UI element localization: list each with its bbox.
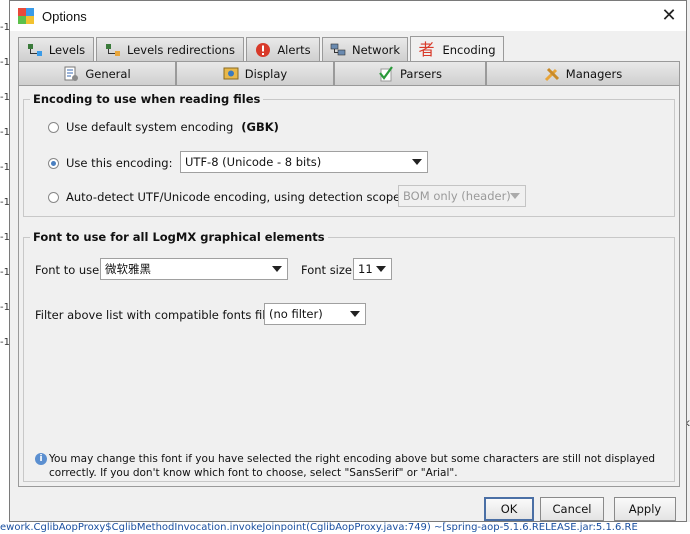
display-icon (223, 66, 239, 82)
tab-row-top: Levels Levels redirections Alerts Networ… (18, 36, 680, 62)
encoding-select[interactable]: UTF-8 (Unicode - 8 bits) (180, 151, 428, 173)
option-auto-label: Auto-detect UTF/Unicode encoding, using … (66, 190, 405, 204)
title-bar[interactable]: Options ✕ (10, 1, 686, 31)
tab-levels-redirections-label: Levels redirections (127, 42, 235, 57)
cancel-button[interactable]: Cancel (540, 497, 604, 521)
tab-display[interactable]: Display (176, 61, 334, 85)
option-default-encoding[interactable]: Use default system encoding (GBK) (48, 120, 279, 134)
encoding-group-title: Encoding to use when reading files (30, 92, 264, 106)
levels-icon (27, 42, 43, 58)
font-size-select[interactable]: 11 (353, 258, 392, 280)
option-auto-detect[interactable]: Auto-detect UTF/Unicode encoding, using … (48, 190, 404, 204)
tab-alerts[interactable]: Alerts (246, 37, 320, 61)
tab-parsers-label: Parsers (400, 66, 442, 81)
font-select[interactable]: 微软雅黑 (100, 258, 288, 280)
tab-managers-label: Managers (565, 66, 623, 81)
options-dialog: Options ✕ Levels Levels redirections Ale… (9, 0, 687, 522)
font-info-message: i You may change this font if you have s… (35, 452, 679, 480)
font-group: Font to use for all LogMX graphical elem… (23, 230, 675, 482)
radio-default-encoding[interactable] (48, 121, 59, 133)
chevron-down-icon (510, 193, 520, 199)
encoding-select-value: UTF-8 (Unicode - 8 bits) (185, 155, 322, 169)
tab-parsers[interactable]: Parsers (334, 61, 486, 85)
window-title: Options (42, 8, 87, 24)
info-icon: i (35, 453, 47, 465)
font-label: Font to use: (35, 263, 104, 277)
detection-scope-select[interactable]: BOM only (header) (398, 185, 526, 207)
chevron-down-icon (272, 266, 282, 272)
background-log-line: ework.CglibAopProxy$CglibMethodInvocatio… (0, 522, 690, 534)
font-filter-label: Filter above list with compatible fonts … (35, 308, 286, 322)
app-icon (18, 8, 34, 24)
encoding-group: Encoding to use when reading files Use d… (23, 92, 675, 217)
tab-network[interactable]: Network (322, 37, 408, 61)
tab-encoding[interactable]: 者 Encoding (410, 36, 504, 62)
font-filter-select[interactable]: (no filter) (264, 303, 366, 325)
tab-display-label: Display (244, 66, 288, 81)
font-filter-value: (no filter) (269, 307, 323, 321)
chevron-down-icon (412, 159, 422, 165)
option-this-label: Use this encoding: (66, 156, 173, 170)
font-size-value: 11 (358, 262, 373, 276)
general-settings-icon (63, 66, 79, 82)
network-icon (330, 42, 346, 58)
tab-encoding-label: Encoding (442, 42, 496, 57)
detection-scope-value: BOM only (header) (403, 189, 511, 203)
chevron-down-icon (376, 266, 386, 272)
font-select-value: 微软雅黑 (105, 262, 151, 276)
close-button[interactable]: ✕ (658, 5, 680, 27)
radio-this-encoding[interactable] (48, 157, 59, 169)
option-default-label: Use default system encoding (66, 120, 234, 134)
encoding-icon: 者 (418, 39, 435, 59)
option-this-encoding[interactable]: Use this encoding: (48, 156, 172, 170)
default-encoding-value: (GBK) (241, 120, 279, 134)
tab-levels-label: Levels (48, 42, 86, 57)
tab-network-label: Network (351, 42, 401, 57)
apply-button[interactable]: Apply (614, 497, 676, 521)
tools-icon (544, 66, 560, 82)
checkmark-icon (378, 65, 394, 82)
chevron-down-icon (350, 311, 360, 317)
tab-managers[interactable]: Managers (486, 61, 680, 85)
font-info-text: You may change this font if you have sel… (49, 453, 656, 479)
tab-general-label: General (85, 66, 131, 81)
ok-button[interactable]: OK (484, 497, 534, 521)
font-group-title: Font to use for all LogMX graphical elem… (30, 230, 328, 244)
encoding-panel: Encoding to use when reading files Use d… (18, 85, 680, 487)
tab-levels[interactable]: Levels (18, 37, 94, 61)
tab-alerts-label: Alerts (277, 42, 311, 57)
radio-auto-detect[interactable] (48, 191, 59, 203)
tab-general[interactable]: General (18, 61, 176, 85)
tab-row-bottom: General Display Parsers Managers (18, 61, 680, 85)
tab-levels-redirections[interactable]: Levels redirections (96, 37, 244, 61)
font-size-label: Font size: (301, 263, 356, 277)
redirection-icon (105, 42, 121, 58)
alert-icon (255, 42, 271, 58)
